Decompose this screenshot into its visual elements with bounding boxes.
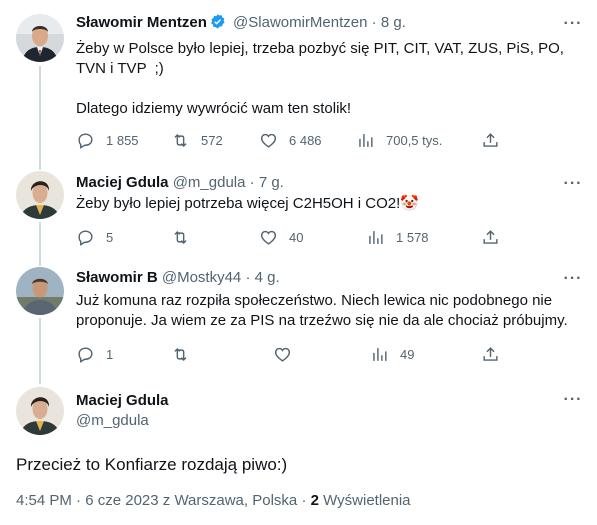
more-dots-icon[interactable]: ··· [563, 16, 583, 37]
retweet-button[interactable] [171, 344, 190, 364]
author-name[interactable]: Sławomir B [76, 269, 158, 286]
views-chart-icon [373, 347, 387, 361]
share-button[interactable] [481, 227, 500, 247]
views-chart-icon [369, 230, 383, 244]
share-button[interactable] [481, 344, 500, 364]
heart-icon [274, 347, 291, 362]
separator: · [371, 14, 377, 31]
views-count: 2 [310, 492, 319, 509]
like-button[interactable] [273, 344, 292, 364]
separator: · [301, 492, 307, 509]
like-button[interactable]: 40 [259, 227, 303, 247]
retweet-icon [174, 347, 187, 361]
views-count: 1 578 [396, 229, 429, 245]
avatar[interactable] [16, 14, 64, 62]
separator: · [245, 269, 251, 286]
retweet-icon [174, 230, 187, 244]
separator: · [249, 174, 255, 191]
avatar[interactable] [16, 267, 64, 315]
like-count: 6 486 [289, 132, 322, 148]
heart-icon [260, 133, 277, 148]
post-date-location: 6 cze 2023 z Warszawa, Polska [85, 492, 298, 509]
thread-line [39, 222, 41, 266]
reply-count: 1 855 [106, 132, 139, 148]
like-button[interactable]: 6 486 [259, 130, 322, 150]
views-button[interactable]: 1 578 [366, 227, 429, 247]
separator: · [76, 492, 82, 509]
tweet-meta: 4:54 PM · 6 cze 2023 z Warszawa, Polska … [16, 492, 411, 509]
tweet-header: Sławomir Mentzen @SlawomirMentzen · 8 g. [76, 13, 406, 36]
timestamp[interactable]: 7 g. [259, 174, 284, 191]
author-handle[interactable]: @m_gdula [173, 174, 246, 191]
views-button[interactable]: 700,5 tys. [356, 130, 442, 150]
tweet-text: Przecież to Konfiarze rozdają piwo:) [16, 455, 288, 474]
action-bar: 5 40 1 578 [76, 227, 506, 247]
share-button[interactable] [481, 130, 500, 150]
heart-icon [260, 230, 277, 245]
views-label[interactable]: Wyświetlenia [323, 492, 410, 509]
tweet-text: Żeby w Polsce było lepiej, trzeba pozbyć… [76, 40, 564, 117]
timestamp[interactable]: 4 g. [255, 269, 280, 286]
views-count: 49 [400, 346, 415, 362]
author-name[interactable]: Maciej Gdula [76, 392, 169, 409]
thread-line [39, 318, 41, 384]
tweet-text: Żeby było lepiej potrzeba więcej C2H5OH … [76, 195, 419, 212]
action-bar: 1 855 572 6 486 700,5 tys. [76, 130, 506, 150]
share-icon [483, 346, 498, 361]
reply-button[interactable]: 1 [76, 344, 113, 364]
reply-icon [78, 346, 93, 363]
author-handle[interactable]: @SlawomirMentzen [233, 14, 367, 31]
retweet-button[interactable] [171, 227, 190, 247]
author-name[interactable]: Maciej Gdula [76, 174, 169, 191]
tweet-header: Maciej Gdula @m_gdula · 7 g. [76, 173, 284, 193]
reply-count: 1 [106, 346, 114, 362]
share-icon [483, 132, 498, 147]
views-count: 700,5 tys. [386, 132, 443, 148]
retweet-icon [174, 133, 187, 147]
like-count: 40 [289, 229, 304, 245]
post-time[interactable]: 4:54 PM [16, 492, 72, 509]
views-chart-icon [359, 133, 373, 147]
reply-button[interactable]: 1 855 [76, 130, 139, 150]
verified-badge-icon [209, 13, 226, 36]
avatar[interactable] [16, 171, 64, 219]
more-dots-icon[interactable]: ··· [563, 392, 583, 413]
author-name[interactable]: Sławomir Mentzen [76, 14, 207, 31]
timestamp[interactable]: 8 g. [381, 14, 406, 31]
views-button[interactable]: 49 [370, 344, 414, 364]
reply-button[interactable]: 5 [76, 227, 113, 247]
author-handle[interactable]: @Mostky44 [162, 269, 241, 286]
action-bar: 1 49 [76, 344, 506, 364]
more-dots-icon[interactable]: ··· [563, 271, 583, 292]
author-handle[interactable]: @m_gdula [76, 412, 149, 429]
tweet-header: Sławomir B @Mostky44 · 4 g. [76, 268, 280, 288]
reply-icon [78, 132, 93, 149]
retweet-button[interactable]: 572 [171, 130, 223, 150]
retweet-count: 572 [201, 132, 223, 148]
reply-count: 5 [106, 229, 114, 245]
thread-line [39, 66, 41, 170]
reply-icon [78, 229, 93, 246]
share-icon [483, 229, 498, 244]
avatar[interactable] [16, 387, 64, 435]
tweet-text: Już komuna raz rozpiła społeczeństwo. Ni… [76, 292, 568, 329]
